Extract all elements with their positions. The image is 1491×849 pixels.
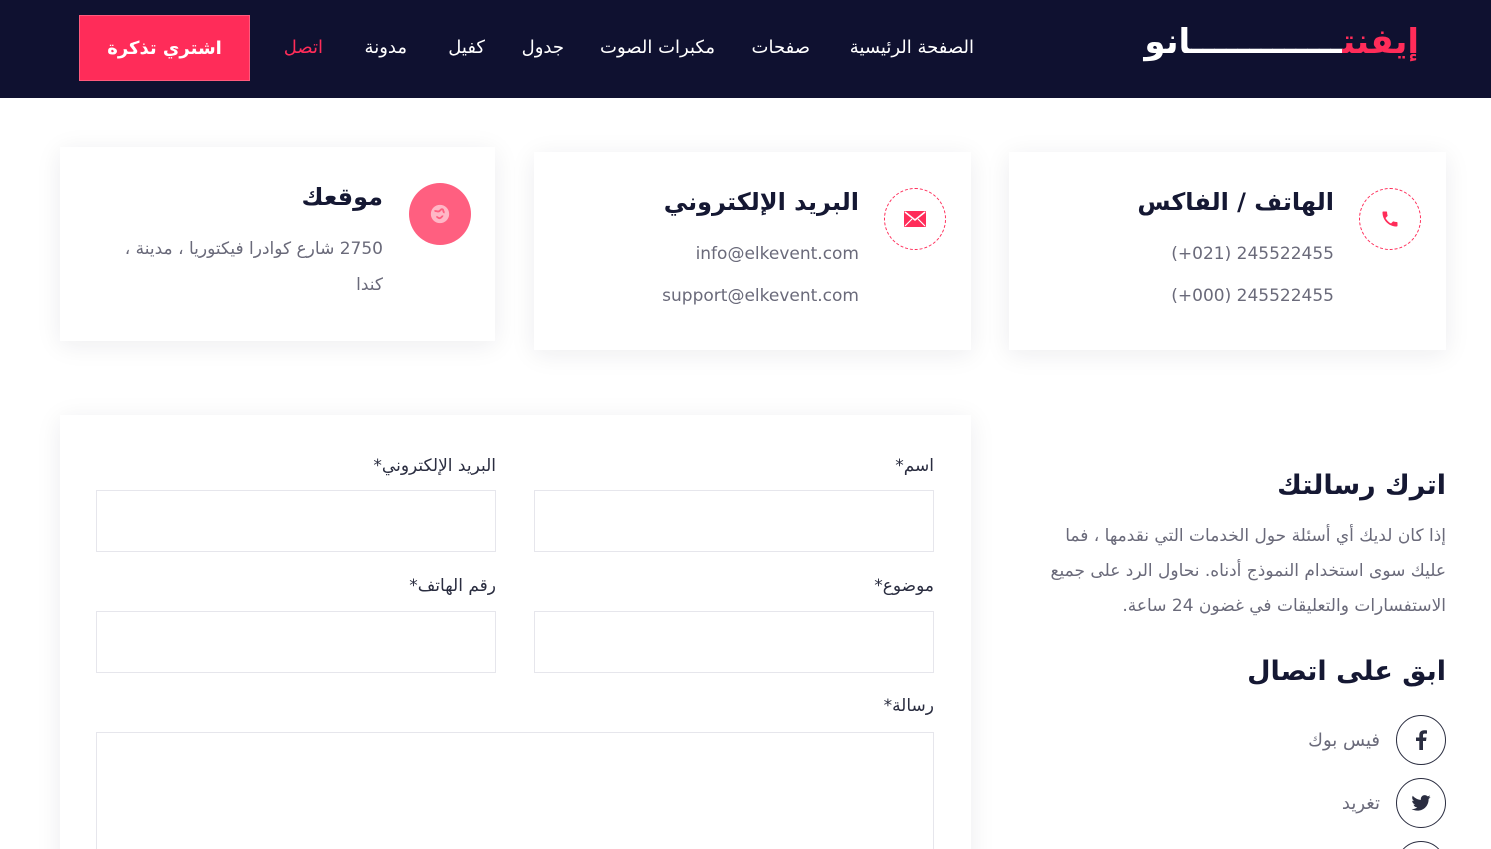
email-input[interactable] (96, 490, 496, 552)
logo-main-text: إيفنت (1342, 22, 1419, 62)
buy-ticket-button[interactable]: اشتري تذكرة (79, 15, 250, 81)
facebook-icon[interactable] (1396, 715, 1446, 765)
social-link-twitter[interactable]: تغريد (1342, 778, 1446, 828)
site-logo[interactable]: إيفنتـــــــــــــانو (1144, 22, 1419, 62)
nav-blog[interactable]: مدونة (365, 37, 407, 58)
twitter-label[interactable]: تغريد (1342, 793, 1380, 814)
phone-icon (1359, 188, 1421, 250)
message-textarea[interactable] (96, 732, 934, 849)
phone-line-2: 245522455 (000+) (1171, 286, 1334, 306)
leave-message-title: اترك رسالتك (1277, 470, 1446, 501)
location-card-title: موقعك (301, 183, 383, 211)
subject-input[interactable] (534, 611, 934, 673)
nav-sponsor[interactable]: كفيل (448, 37, 485, 58)
leave-message-paragraph: إذا كان لديك أي أسئلة حول الخدمات التي ن… (1050, 526, 1447, 616)
email-line-2[interactable]: support@elkevent.com (662, 286, 859, 306)
phone-line-1: 245522455 (021+) (1171, 244, 1334, 264)
message-label: رسالة* (883, 696, 934, 716)
twitter-icon[interactable] (1396, 778, 1446, 828)
contact-form: اسم* البريد الإلكتروني* موضوع* رقم الهات… (60, 415, 971, 849)
email-label: البريد الإلكتروني* (373, 456, 496, 476)
name-label: اسم* (895, 456, 934, 476)
email-card-title: البريد الإلكتروني (663, 188, 859, 216)
phone-input[interactable] (96, 611, 496, 673)
nav-contact[interactable]: اتصل (284, 37, 323, 58)
subject-label: موضوع* (874, 576, 934, 596)
nav-pages[interactable]: صفحات (752, 37, 810, 58)
nav-speakers[interactable]: مكبرات الصوت (600, 37, 715, 58)
location-card: موقعك 2750 شارع كوادرا فيكتوريا ، مدينة … (60, 147, 495, 341)
phone-label: رقم الهاتف* (409, 576, 496, 596)
envelope-icon (884, 188, 946, 250)
stay-connected-title: ابق على اتصال (1247, 656, 1446, 687)
location-line-1: 2750 شارع كوادرا فيكتوريا ، مدينة ، (124, 239, 383, 259)
logo-end-text: انو (1144, 22, 1192, 62)
facebook-label[interactable]: فيس بوك (1308, 730, 1380, 751)
site-header: إيفنتـــــــــــــانو الصفحة الرئيسية صف… (0, 0, 1491, 98)
nav-home[interactable]: الصفحة الرئيسية (850, 37, 974, 58)
name-input[interactable] (534, 490, 934, 552)
email-card: البريد الإلكتروني info@elkevent.com supp… (534, 152, 971, 350)
phone-card-title: الهاتف / الفاكس (1137, 188, 1334, 216)
email-line-1[interactable]: info@elkevent.com (696, 244, 859, 264)
logo-bar: ـــــــــــــ (1191, 22, 1343, 62)
more-social-icon[interactable] (1396, 841, 1446, 849)
nav-schedule[interactable]: جدول (522, 37, 564, 58)
phone-card: الهاتف / الفاكس 245522455 (021+) 2455224… (1009, 152, 1446, 350)
location-line-2: كندا (356, 275, 383, 295)
globe-icon (409, 183, 471, 245)
social-link-facebook[interactable]: فيس بوك (1308, 715, 1446, 765)
